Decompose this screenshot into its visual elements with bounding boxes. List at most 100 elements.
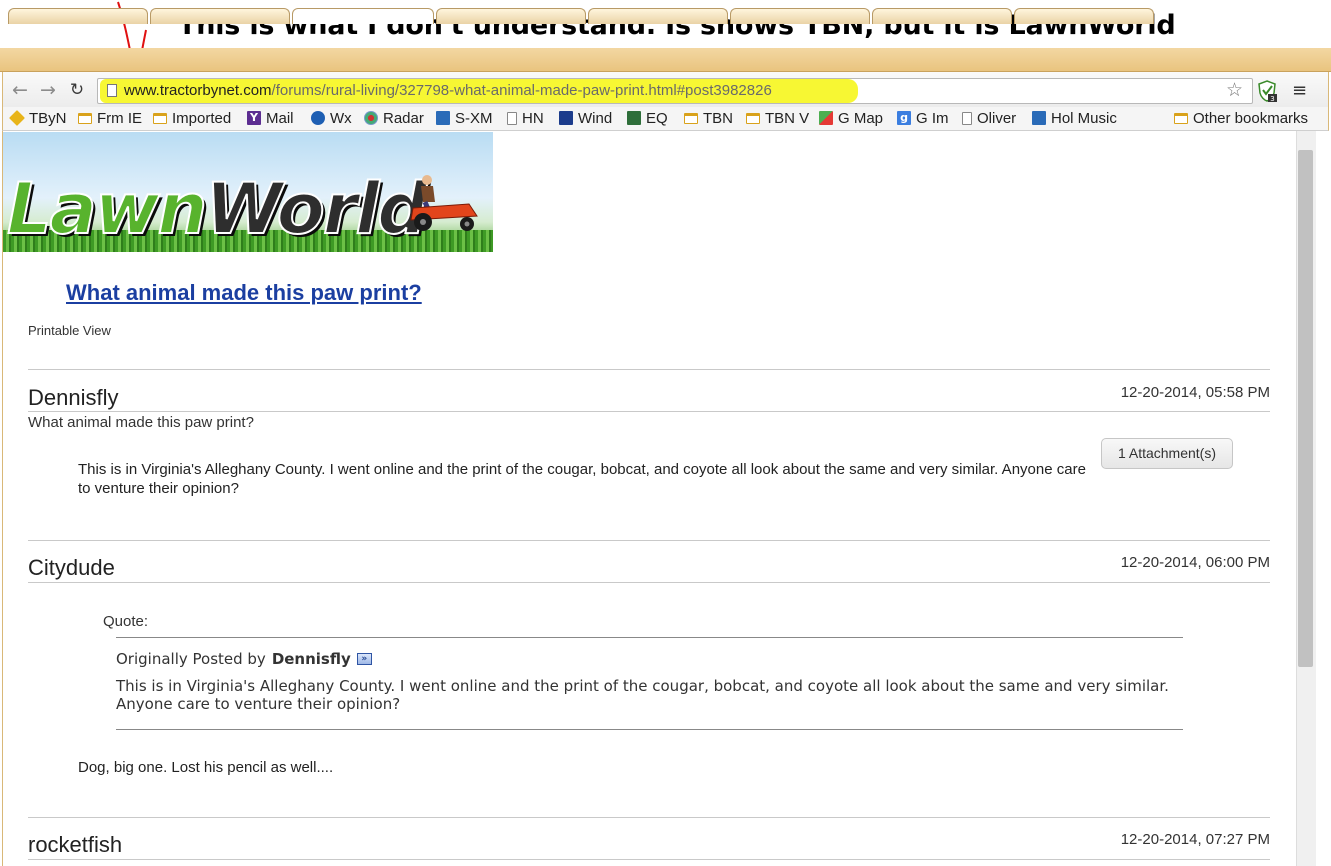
quote-by-prefix: Originally Posted by (116, 650, 266, 668)
bookmark-label: TByN (29, 109, 67, 127)
bookmark-label: Wind (578, 109, 613, 127)
bookmark-label: G Map (838, 109, 884, 127)
bookmark-eq[interactable]: EQ (627, 109, 668, 127)
siriusxm-icon (436, 111, 450, 125)
browser-tab[interactable] (436, 8, 586, 24)
folder-icon (1174, 112, 1188, 124)
scrollbar-thumb[interactable] (1298, 150, 1313, 667)
url-host: www.tractorbynet.com (124, 82, 272, 99)
bookmark-g-im[interactable]: g G Im (897, 109, 949, 127)
post-date: 12-20-2014, 06:00 PM (1120, 554, 1270, 571)
quote-text: This is in Virginia's Alleghany County. … (116, 677, 1169, 713)
folder-icon (684, 112, 698, 124)
menu-icon[interactable]: ≡ (1292, 80, 1307, 101)
logo-lawn: Lawn (6, 167, 208, 251)
bookmark-tbn[interactable]: TBN (684, 109, 733, 127)
post-body: This is in Virginia's Alleghany County. … (78, 461, 1086, 497)
bookmark-oliver[interactable]: Oliver (962, 109, 1016, 127)
google-maps-icon (819, 111, 833, 125)
page-icon (507, 111, 517, 125)
bookmark-label: Other bookmarks (1193, 109, 1309, 127)
bookmark-s-xm[interactable]: S-XM (436, 109, 493, 127)
bookmark-frm-ie[interactable]: Frm IE (78, 109, 142, 127)
post-date: 12-20-2014, 05:58 PM (1120, 384, 1270, 401)
bookmark-mail[interactable]: Y Mail (247, 109, 294, 127)
bookmark-star-icon[interactable]: ☆ (1226, 79, 1243, 101)
post-subject: What animal made this paw print? (28, 414, 254, 431)
post-author: Dennisfly (28, 385, 119, 410)
forward-arrow-icon[interactable]: → (38, 80, 58, 100)
bookmark-label: G Im (916, 109, 949, 127)
siriusxm-icon (1032, 111, 1046, 125)
post-divider (28, 817, 1270, 818)
yahoo-icon: Y (247, 111, 261, 125)
folder-icon (78, 112, 92, 124)
post-header-rule (28, 859, 1270, 860)
bookmark-label: Radar (383, 109, 424, 127)
post-divider (28, 369, 1270, 370)
bookmark-label: Oliver (977, 109, 1017, 127)
browser-tab-active[interactable] (292, 8, 434, 24)
bookmark-label: Imported (172, 109, 232, 127)
bookmark-label: TBN V (765, 109, 810, 127)
lawnworld-logo: LawnWorld (6, 167, 428, 251)
quote-author: Dennisfly (271, 650, 351, 668)
reload-icon[interactable]: ↻ (67, 80, 87, 100)
post-header-rule (28, 411, 1270, 412)
attachments-button[interactable]: 1 Attachment(s) (1101, 438, 1233, 469)
bookmark-hn[interactable]: HN (507, 109, 544, 127)
quote-label: Quote: (103, 613, 149, 630)
thread-title-link[interactable]: What animal made this paw print? (66, 280, 422, 306)
logo-world: World (204, 167, 428, 251)
browser-tab[interactable] (730, 8, 870, 24)
bookmark-tbn-v[interactable]: TBN V (746, 109, 809, 127)
bookmark-wx[interactable]: Wx (311, 109, 352, 127)
extension-shield-icon[interactable]: 3 (1257, 80, 1277, 102)
browser-tab[interactable] (8, 8, 148, 24)
lawnworld-banner[interactable]: LawnWorld (3, 132, 493, 252)
bookmark-label: Frm IE (97, 109, 142, 127)
post-author: rocketfish (28, 832, 123, 857)
bookmark-radar[interactable]: Radar (364, 109, 424, 127)
view-post-icon[interactable]: » (356, 653, 372, 665)
post-date: 12-20-2014, 07:27 PM (1120, 831, 1270, 848)
bookmark-hol-music[interactable]: Hol Music (1032, 109, 1117, 127)
quote-bottom-rule (116, 729, 1183, 730)
bookmark-label: Hol Music (1051, 109, 1117, 127)
folder-icon (153, 112, 167, 124)
bookmark-label: TBN (703, 109, 733, 127)
background-window-strip (1316, 131, 1331, 866)
noaa-icon (311, 111, 325, 125)
folder-icon (746, 112, 760, 124)
post-author: Citydude (28, 555, 115, 580)
page-icon (107, 84, 117, 97)
bookmark-g-map[interactable]: G Map (819, 109, 883, 127)
tbyn-icon (9, 110, 25, 126)
bookmark-label: EQ (646, 109, 668, 127)
quote-top-rule (116, 637, 1183, 638)
bookmark-label: Wx (330, 109, 352, 127)
screenshot-root: This is what I don't understand. Is show… (0, 0, 1331, 866)
weather-channel-icon (559, 111, 573, 125)
post-body: Dog, big one. Lost his pencil as well...… (78, 759, 334, 776)
post-divider (28, 540, 1270, 541)
browser-tab[interactable] (588, 8, 728, 24)
bookmark-wind[interactable]: Wind (559, 109, 612, 127)
extension-badge: 3 (1270, 95, 1274, 102)
browser-tab[interactable] (1014, 8, 1154, 24)
bookmark-imported[interactable]: Imported (153, 109, 231, 127)
printable-view-label: Printable View (28, 323, 111, 338)
bookmark-tbyn[interactable]: TByN (9, 109, 67, 127)
url-path: /forums/rural-living/327798-what-animal-… (271, 82, 772, 99)
browser-tab[interactable] (872, 8, 1012, 24)
bookmark-label: Mail (266, 109, 294, 127)
riding-mower-icon (410, 175, 478, 231)
browser-tab[interactable] (150, 8, 290, 24)
eq-icon (627, 111, 641, 125)
url-text[interactable]: www.tractorbynet.com/forums/rural-living… (124, 82, 772, 99)
other-bookmarks[interactable]: Other bookmarks (1174, 109, 1308, 127)
google-icon: g (897, 111, 911, 125)
back-arrow-icon[interactable]: ← (10, 80, 30, 100)
browser-tab-strip (0, 48, 1331, 72)
bookmark-label: S-XM (455, 109, 493, 127)
